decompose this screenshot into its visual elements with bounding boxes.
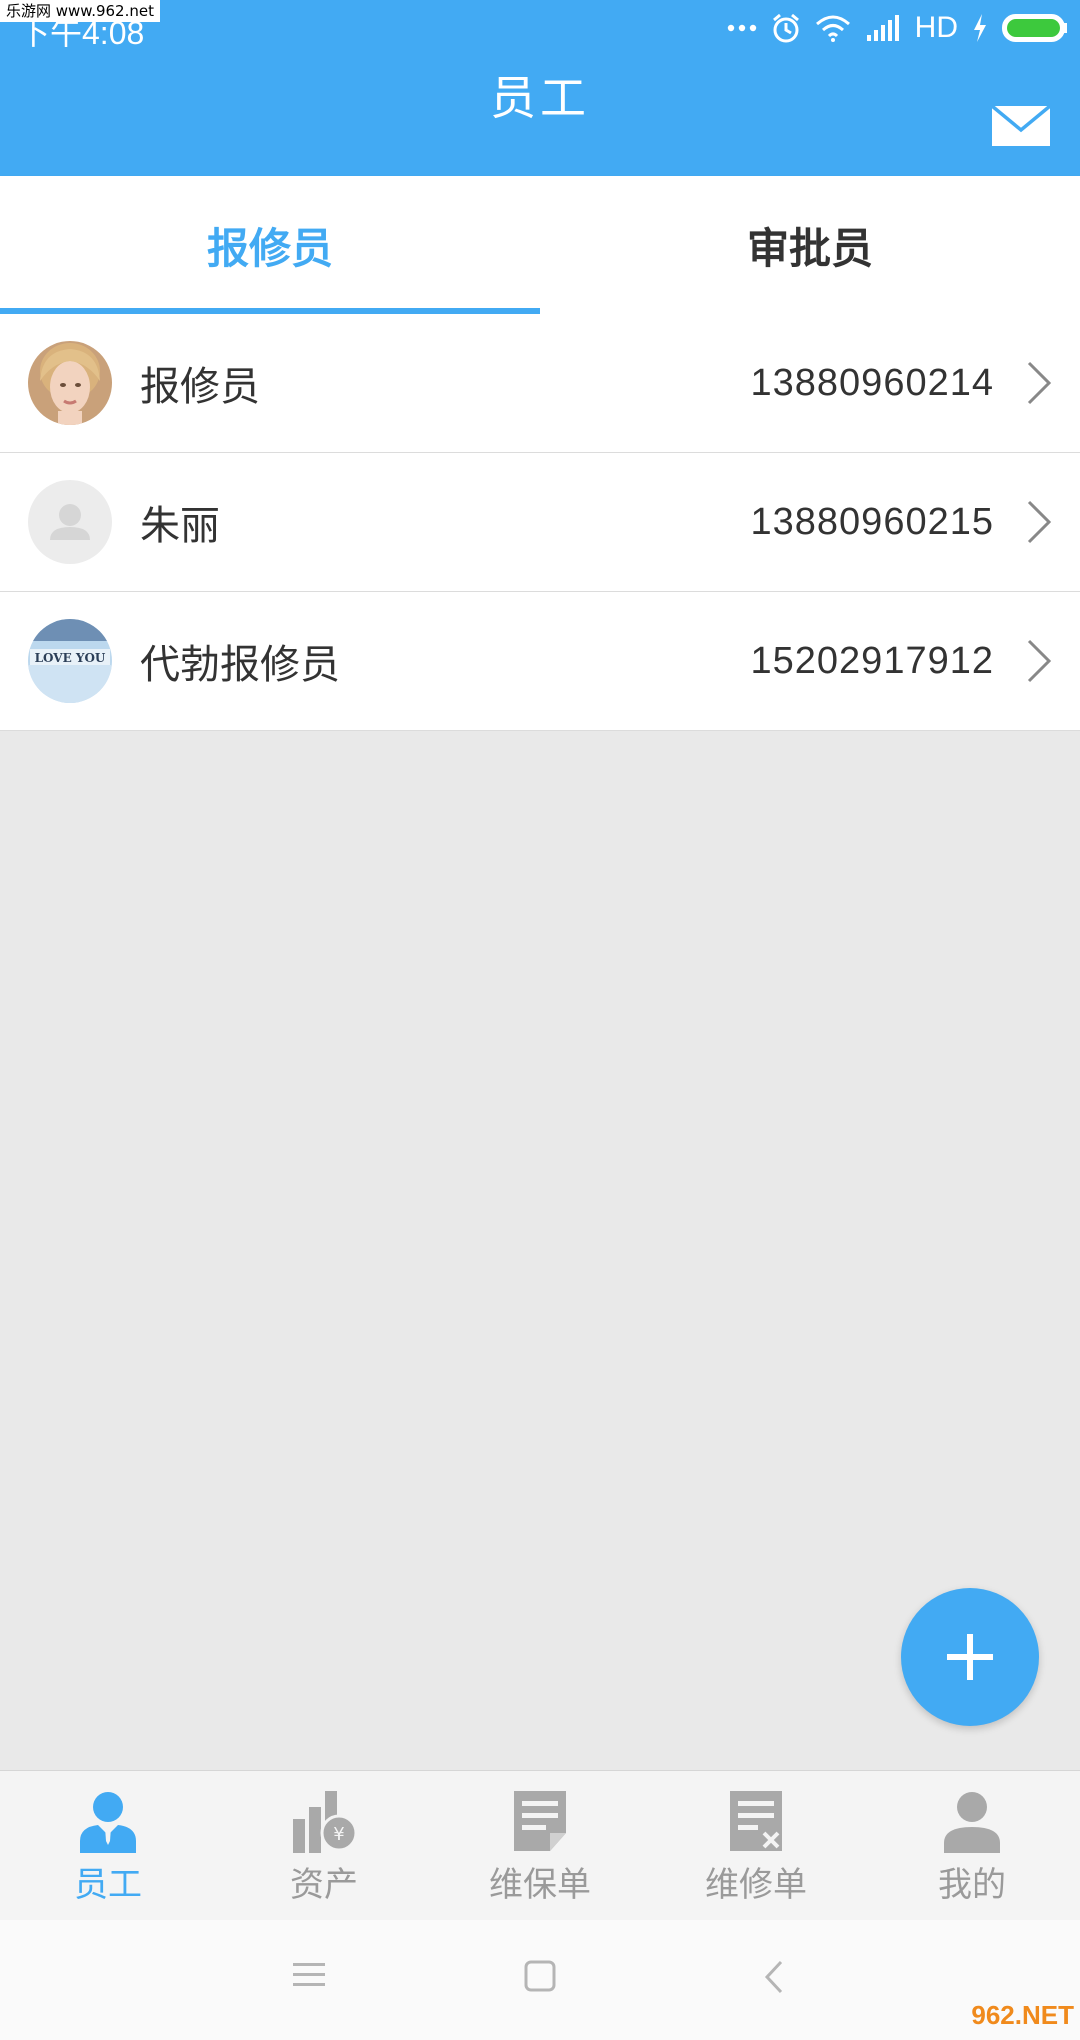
list-item[interactable]: LOVE YOU 代勃报修员 15202917912 [0,592,1080,731]
alarm-icon [772,13,799,43]
tab-approvers[interactable]: 审批员 [540,176,1080,314]
nav-maintenance-orders[interactable]: 维保单 [432,1771,648,1921]
nav-label: 我的 [938,1865,1006,1905]
svg-text:¥: ¥ [333,1824,344,1845]
employee-phone: 13880960215 [750,500,994,543]
employee-name: 朱丽 [140,503,220,549]
maintenance-order-icon [514,1791,566,1851]
nav-label: 员工 [74,1865,142,1905]
home-icon[interactable] [524,1960,556,1992]
svg-text:LOVE YOU: LOVE YOU [35,651,106,665]
page-title: 员工 [490,71,590,125]
list-item[interactable]: 朱丽 13880960215 [0,453,1080,592]
woman-photo-icon [28,341,112,425]
nav-label: 维保单 [489,1865,591,1905]
charging-icon [974,14,986,42]
nav-employees[interactable]: 员工 [0,1771,216,1921]
nav-repair-orders[interactable]: 维修单 [648,1771,864,1921]
avatar: LOVE YOU [28,619,112,703]
app-bar: 乐游网 www.962.net 下午4:08 HD 员工 [0,0,1080,176]
brand-watermark: 962.NET [971,2000,1074,2030]
avatar [28,341,112,425]
nav-profile[interactable]: 我的 [864,1771,1080,1921]
mail-icon[interactable] [990,104,1052,148]
wifi-icon [815,15,850,42]
chevron-right-icon [1027,639,1052,683]
nav-label: 资产 [290,1865,358,1905]
employee-phone: 15202917912 [750,639,994,682]
nav-label: 维修单 [705,1865,807,1905]
tab-bar: 报修员 审批员 [0,176,1080,314]
profile-icon [944,1792,1000,1853]
repair-order-icon [730,1791,782,1851]
love-you-photo-icon: LOVE YOU [28,619,112,703]
chevron-right-icon [1027,500,1052,544]
avatar [28,480,112,564]
employee-list: 报修员 13880960214 朱丽 13880960215 LOVE YOU … [0,314,1080,731]
employee-icon [80,1792,136,1853]
list-item[interactable]: 报修员 13880960214 [0,314,1080,453]
nav-assets[interactable]: ¥ 资产 [216,1771,432,1921]
menu-icon[interactable] [292,1960,326,1990]
more-dots-icon [727,24,756,32]
employee-name: 代勃报修员 [140,642,340,688]
plus-icon [947,1634,993,1680]
employee-name: 报修员 [140,364,260,410]
tab-repairers[interactable]: 报修员 [0,176,540,314]
battery-icon [1002,14,1067,42]
status-icons: HD [727,6,1068,50]
back-icon[interactable] [764,1960,784,1994]
status-time: 下午4:08 [18,15,145,51]
chevron-right-icon [1027,361,1052,405]
add-employee-button[interactable] [901,1588,1039,1726]
asset-icon: ¥ [293,1791,357,1853]
bottom-nav: 员工 ¥ 资产 维保单 维修单 我的 [0,1770,1080,1921]
signal-icon [866,15,899,41]
system-nav-bar: 962.NET [0,1920,1080,2040]
network-type-label: HD [914,11,958,44]
employee-phone: 13880960214 [750,361,994,404]
default-user-icon [28,480,112,564]
